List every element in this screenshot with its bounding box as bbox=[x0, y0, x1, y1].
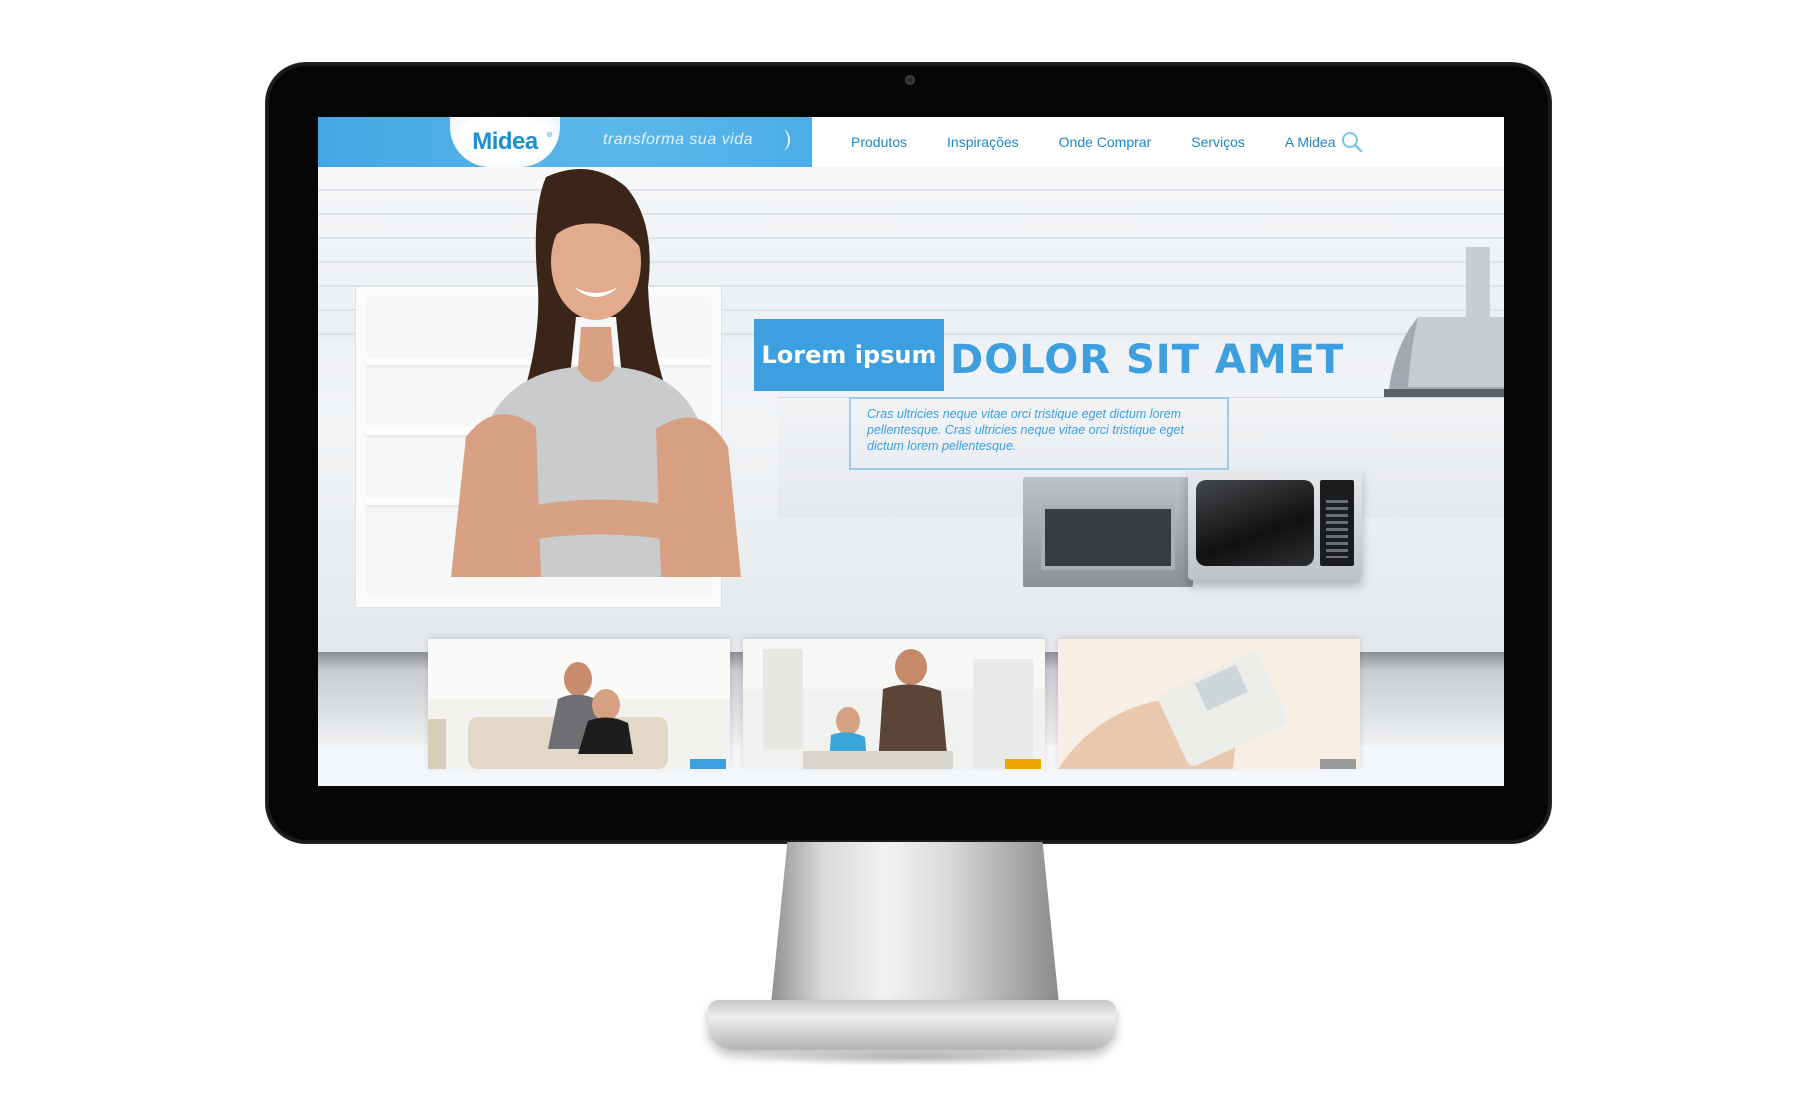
monitor-stand-base bbox=[708, 1000, 1116, 1050]
thumbnail-card-remote[interactable] bbox=[1058, 639, 1360, 769]
thumbnail-accent-tab bbox=[1005, 759, 1041, 769]
hero-headline: DOLOR SIT AMET bbox=[950, 337, 1345, 383]
midea-logo[interactable]: Midea ® bbox=[450, 117, 560, 167]
headline-tag-text: Lorem ipsum bbox=[761, 341, 937, 369]
hero-description: Cras ultricies neque vitae orci tristiqu… bbox=[849, 397, 1229, 470]
nav-item-onde-comprar[interactable]: Onde Comprar bbox=[1059, 134, 1152, 150]
microwave-door bbox=[1196, 480, 1314, 566]
tagline-swoosh-icon bbox=[774, 129, 790, 151]
monitor-stand-shadow bbox=[730, 1050, 1090, 1066]
monitor-stand-neck bbox=[770, 842, 1060, 1014]
couple-on-sofa-image bbox=[428, 639, 730, 769]
thumbnail-card-cooking[interactable] bbox=[743, 639, 1045, 769]
thumbnail-accent-tab bbox=[690, 759, 726, 769]
nav-item-a-midea[interactable]: A Midea bbox=[1285, 134, 1336, 150]
main-nav: Produtos Inspirações Onde Comprar Serviç… bbox=[851, 117, 1376, 167]
tagline: transforma sua vida bbox=[603, 131, 754, 148]
webcam-dot bbox=[905, 75, 915, 85]
search-icon[interactable] bbox=[1340, 130, 1364, 154]
range-hood-illustration bbox=[1384, 247, 1504, 397]
headline-tag: Lorem ipsum bbox=[754, 319, 944, 391]
microwave-keypad bbox=[1326, 500, 1348, 558]
woman-portrait-image bbox=[451, 169, 741, 577]
registered-mark: ® bbox=[546, 131, 553, 139]
nav-item-inspiracoes[interactable]: Inspirações bbox=[947, 134, 1019, 150]
microwave-control-panel bbox=[1320, 480, 1354, 566]
microwave-product-image[interactable] bbox=[1188, 470, 1362, 580]
nav-item-servicos[interactable]: Serviços bbox=[1191, 134, 1245, 150]
oven-illustration bbox=[1023, 477, 1193, 587]
oven-window bbox=[1041, 505, 1175, 570]
thumbnail-card-couple[interactable] bbox=[428, 639, 730, 769]
site-header: Midea ® transforma sua vida Produtos Ins… bbox=[318, 117, 1504, 167]
website-screen: Midea ® transforma sua vida Produtos Ins… bbox=[318, 117, 1504, 786]
remote-control-image bbox=[1058, 639, 1360, 769]
father-daughter-cooking-image bbox=[743, 639, 1045, 769]
brand-bar: Midea ® transforma sua vida bbox=[318, 117, 812, 167]
thumbnail-accent-tab bbox=[1320, 759, 1356, 769]
logo-text: Midea bbox=[472, 128, 538, 155]
nav-item-produtos[interactable]: Produtos bbox=[851, 134, 907, 150]
